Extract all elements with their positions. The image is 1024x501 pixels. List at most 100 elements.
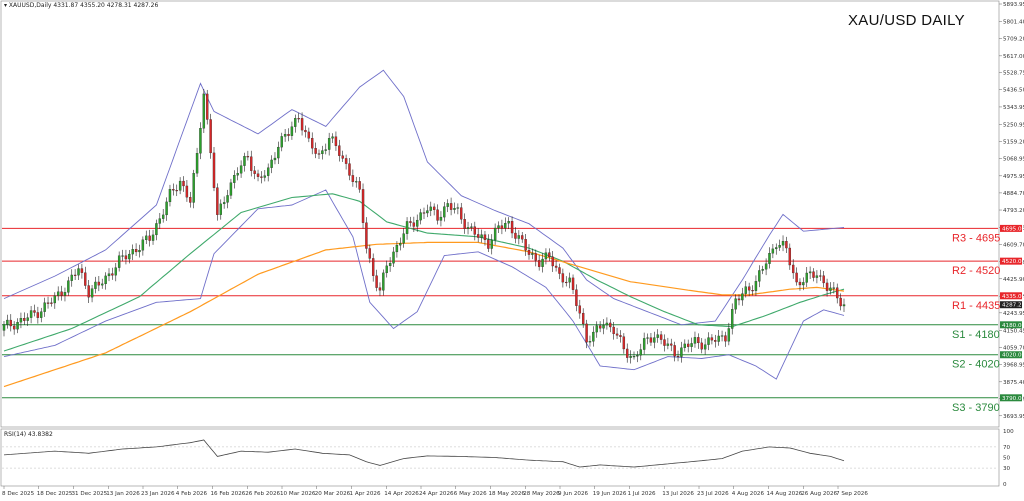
price-tag-label: 4020.00 [1002,353,1024,359]
candle-down [788,247,792,266]
candle-up [768,253,771,264]
candle-up [138,250,141,253]
level-label-5: S3 - 3790 [952,402,1000,414]
candle-up [16,322,19,330]
y-tick-label: 5343.95 [1003,105,1024,111]
rsi-tick-label: 70 [1003,445,1011,451]
candle-down [622,336,626,350]
candle-up [114,267,117,276]
price-tag-label: 4180.00 [1002,323,1024,329]
x-tick-label: 1 Apr 2026 [350,491,381,497]
candle-down [409,221,412,223]
candle-up [178,180,182,191]
candle-down [548,252,551,258]
candle-up [294,118,297,127]
candle-up [67,280,70,293]
candle-down [473,226,477,235]
y-tick-label: 5709.20 [1003,37,1024,43]
candle-down [84,272,87,286]
candle-down [314,148,317,154]
candle-down [581,312,585,325]
candle-up [517,235,521,239]
candle-up [121,255,124,257]
x-tick-label: 10 Mar 2026 [280,491,316,497]
x-tick-label: 14 Aug 2026 [767,491,803,497]
candle-up [778,245,781,248]
candle-up [168,189,172,203]
candle-up [40,311,43,318]
y-tick-label: 5250.95 [1003,122,1024,128]
candle-up [815,275,819,278]
candle-down [358,181,361,190]
candle-up [145,235,148,241]
candle-up [151,234,155,241]
candle-up [683,343,687,348]
candle-down [334,136,338,146]
candle-up [802,282,805,286]
y-tick-label: 5617.00 [1003,54,1024,60]
y-tick-label: 4884.70 [1003,191,1024,197]
candle-down [304,129,307,133]
candle-down [737,298,741,301]
candle-down [287,134,290,136]
x-tick-label: 4 Feb 2026 [176,491,208,497]
candle-down [836,287,839,299]
candle-up [832,287,836,289]
candle-down [73,274,77,276]
candle-up [744,286,747,294]
candle-up [632,356,636,358]
candle-down [700,342,703,350]
candle-down [297,118,300,120]
candle-down [351,175,355,182]
candle-up [731,309,734,329]
candle-down [422,212,426,214]
x-tick-label: 8 Dec 2025 [2,491,35,497]
y-tick-label: 3968.95 [1003,362,1024,368]
candle-up [703,344,707,350]
candle-down [175,190,178,192]
candle-up [331,136,334,139]
candle-up [680,347,683,357]
candle-up [94,281,97,289]
candle-down [124,255,128,260]
candle-down [534,253,537,261]
rsi-tick-label: 50 [1003,456,1011,462]
candle-down [510,221,514,234]
candle-down [341,155,344,159]
y-tick-label: 4609.70 [1003,242,1024,248]
x-tick-label: 13 Jul 2026 [662,491,694,497]
candle-up [727,328,731,342]
candle-up [416,219,419,227]
candle-up [280,136,283,148]
candle-up [283,134,287,137]
candle-up [717,335,720,342]
candle-up [568,277,571,283]
x-tick-label: 13 Jan 2026 [106,491,140,497]
candle-down [23,318,26,321]
price-tag-label: 3790.00 [1002,396,1024,402]
candle-down [311,138,314,149]
candle-down [747,286,751,291]
candle-up [466,227,470,229]
candle-up [165,201,168,216]
candle-down [710,337,714,341]
candle-up [266,167,270,176]
candle-up [77,268,80,276]
candle-down [172,189,175,191]
candle-up [453,208,456,210]
candle-up [764,263,768,270]
candle-down [300,118,304,131]
x-tick-label: 16 Feb 2026 [211,491,246,497]
candle-up [429,206,432,211]
candle-up [693,337,697,344]
candle-up [829,287,832,291]
price-tag-label: 4335.00 [1002,294,1024,300]
candle-down [206,93,209,120]
y-tick-label: 4059.70 [1003,345,1024,351]
candle-up [270,159,273,168]
candle-up [395,244,399,253]
candle-down [649,337,653,343]
candle-down [561,273,565,283]
candle-up [653,337,656,343]
candle-up [141,239,145,251]
